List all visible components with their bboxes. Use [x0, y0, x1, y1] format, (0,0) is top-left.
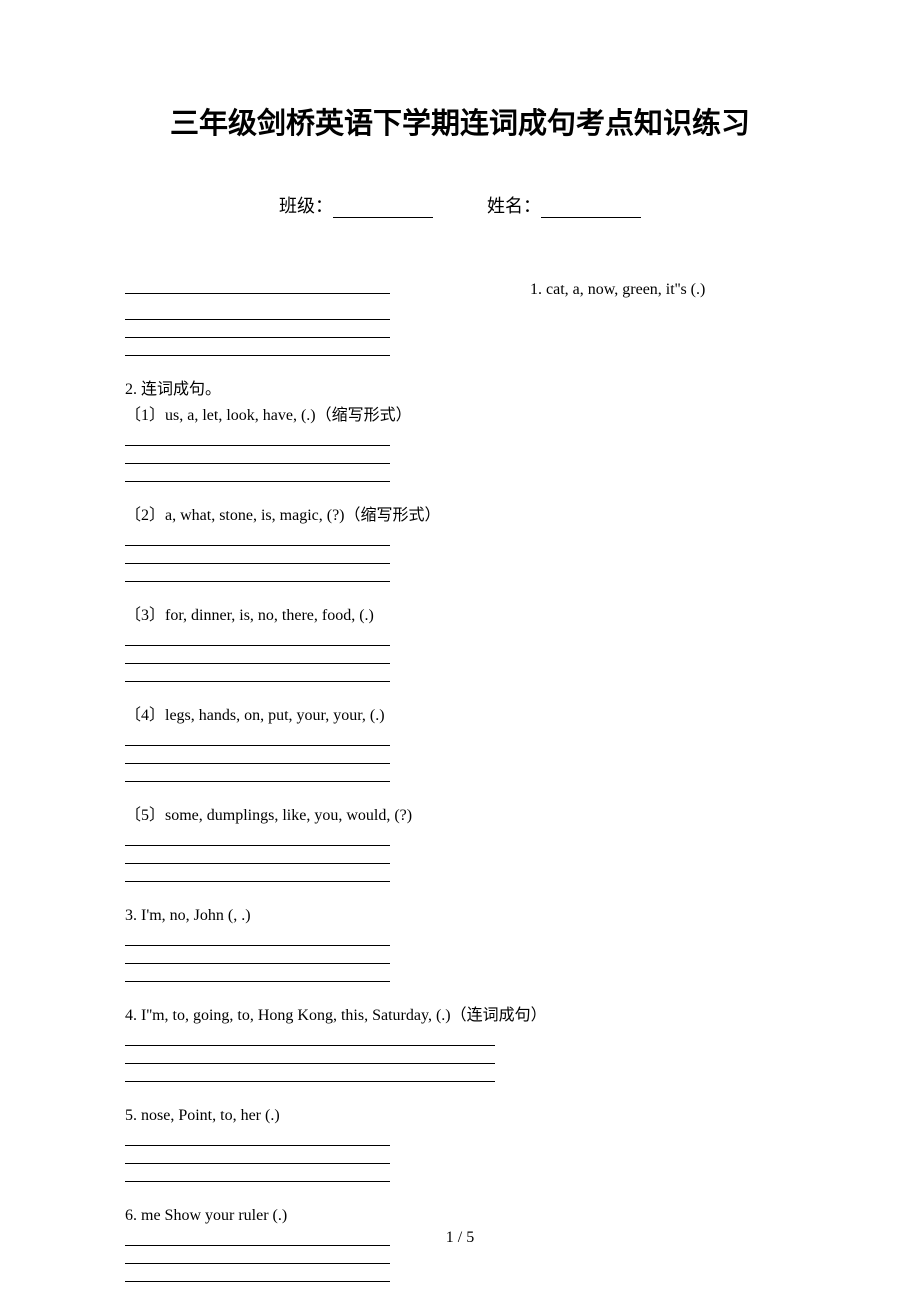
answer-line[interactable]	[125, 666, 390, 682]
answer-line[interactable]	[125, 748, 390, 764]
answer-line[interactable]	[125, 766, 390, 782]
answer-line[interactable]	[125, 448, 390, 464]
answer-line[interactable]	[125, 848, 390, 864]
name-label: 姓名：	[487, 192, 541, 218]
answer-line[interactable]	[125, 948, 390, 964]
answer-line[interactable]	[125, 1166, 390, 1182]
answer-block	[125, 530, 795, 582]
answer-line[interactable]	[125, 278, 390, 294]
content-area: 1. cat, a, now, green, it''s (.) 2. 连词成句…	[125, 278, 795, 1282]
answer-line[interactable]	[125, 1130, 390, 1146]
answer-block	[125, 1130, 795, 1182]
answer-line[interactable]	[125, 340, 390, 356]
question-5-text: 5. nose, Point, to, her (.)	[125, 1104, 795, 1128]
question-3-text: 3. I'm, no, John (, .)	[125, 904, 795, 928]
answer-line[interactable]	[125, 1030, 495, 1046]
answer-line[interactable]	[125, 548, 390, 564]
question-4-text: 4. I''m, to, going, to, Hong Kong, this,…	[125, 1004, 795, 1028]
answer-line[interactable]	[125, 322, 390, 338]
answer-line[interactable]	[125, 630, 390, 646]
question-2-sub3: 〔3〕for, dinner, is, no, there, food, (.)	[125, 604, 795, 628]
page-number: 1 / 5	[0, 1229, 920, 1247]
class-blank[interactable]	[333, 217, 433, 218]
answer-line[interactable]	[125, 930, 390, 946]
answer-line[interactable]	[125, 648, 390, 664]
answer-line[interactable]	[125, 304, 390, 320]
answer-block	[125, 1030, 795, 1082]
answer-line[interactable]	[125, 530, 390, 546]
answer-line[interactable]	[125, 466, 390, 482]
answer-line[interactable]	[125, 1248, 390, 1264]
answer-line[interactable]	[125, 566, 390, 582]
question-2-sub1: 〔1〕us, a, let, look, have, (.)（缩写形式）	[125, 404, 795, 428]
question-6-text: 6. me Show your ruler (.)	[125, 1204, 795, 1228]
question-2-sub5: 〔5〕some, dumplings, like, you, would, (?…	[125, 804, 795, 828]
answer-line[interactable]	[125, 1266, 390, 1282]
answer-line[interactable]	[125, 1048, 495, 1064]
answer-line[interactable]	[125, 1148, 390, 1164]
answer-block	[125, 930, 795, 982]
answer-block	[125, 830, 795, 882]
answer-line[interactable]	[125, 430, 390, 446]
answer-block	[125, 430, 795, 482]
question-2-sub2: 〔2〕a, what, stone, is, magic, (?)（缩写形式）	[125, 504, 795, 528]
answer-block	[125, 730, 795, 782]
form-row: 班级： 姓名：	[125, 192, 795, 218]
answer-line[interactable]	[125, 966, 390, 982]
question-2-header: 2. 连词成句。	[125, 378, 795, 402]
name-blank[interactable]	[541, 217, 641, 218]
question-1-row: 1. cat, a, now, green, it''s (.)	[125, 278, 795, 302]
page-title: 三年级剑桥英语下学期连词成句考点知识练习	[125, 100, 795, 142]
answer-line[interactable]	[125, 730, 390, 746]
class-label: 班级：	[279, 192, 333, 218]
question-2-sub4: 〔4〕legs, hands, on, put, your, your, (.)	[125, 704, 795, 728]
answer-block	[125, 304, 795, 356]
answer-block	[125, 630, 795, 682]
answer-line[interactable]	[125, 866, 390, 882]
answer-line[interactable]	[125, 1066, 495, 1082]
question-1-text: 1. cat, a, now, green, it''s (.)	[530, 278, 705, 302]
answer-line[interactable]	[125, 830, 390, 846]
